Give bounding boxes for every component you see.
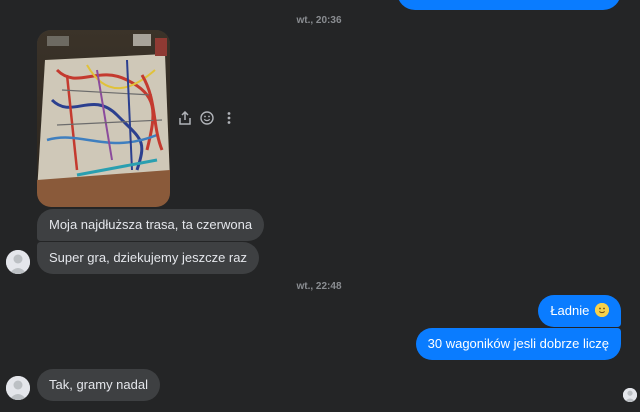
- incoming-message[interactable]: Tak, gramy nadal: [37, 369, 160, 401]
- photo-message[interactable]: [37, 30, 170, 207]
- message-timestamp: wt., 22:48: [296, 281, 342, 292]
- outgoing-message[interactable]: 30 wagoników jesli dobrze liczę: [415, 328, 621, 360]
- slightly-smiling-face-icon: [595, 303, 609, 317]
- avatar[interactable]: [6, 376, 30, 400]
- incoming-message[interactable]: Super gra, dziekujemy jeszcze raz: [37, 242, 259, 274]
- more-vertical-icon[interactable]: [221, 110, 237, 126]
- incoming-message[interactable]: Moja najdłuższa trasa, ta czerwona: [37, 209, 265, 241]
- seen-avatar: [623, 388, 637, 402]
- smiley-icon[interactable]: [199, 110, 215, 126]
- outgoing-message[interactable]: Ładnie: [538, 295, 621, 327]
- message-actions: [177, 110, 237, 126]
- outgoing-message-text: Ładnie: [550, 303, 590, 318]
- board-game-photo: [37, 30, 170, 207]
- avatar[interactable]: [6, 250, 30, 274]
- outgoing-message-bubble-partial[interactable]: [397, 0, 621, 10]
- share-icon[interactable]: [177, 110, 193, 126]
- message-timestamp: wt., 20:36: [296, 15, 342, 26]
